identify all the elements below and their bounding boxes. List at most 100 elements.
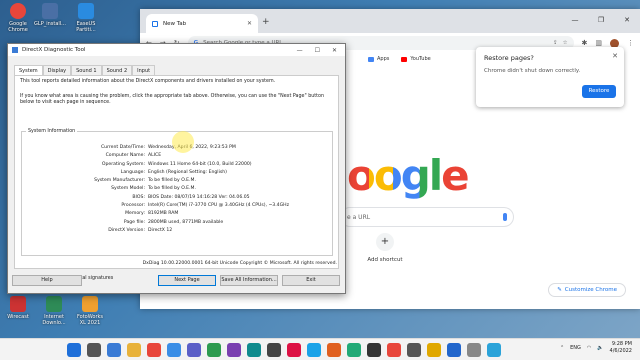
clock[interactable]: 9:28 PM 4/6/2022 <box>610 341 632 355</box>
search-placeholder: e a URL <box>347 213 371 221</box>
taskbar-app-icon[interactable] <box>167 343 181 357</box>
restore-button[interactable]: Restore <box>582 85 616 98</box>
info-label: Page file: <box>123 219 145 225</box>
dxdiag-window: DirectX Diagnostic Tool — ☐ ✕ System Dis… <box>7 43 346 294</box>
group-title: System Information <box>26 129 78 134</box>
bookmark-label: Apps <box>377 56 390 62</box>
easeus-icon <box>78 3 94 19</box>
taskbar-app-icon[interactable] <box>387 343 401 357</box>
desktop-icon-internet-download[interactable]: Internet Downlo... <box>38 296 70 326</box>
exit-button[interactable]: Exit <box>282 275 340 286</box>
info-label: System Model: <box>111 186 145 192</box>
window-controls: — ☐ ✕ <box>297 47 341 54</box>
close-tab-icon[interactable]: ✕ <box>247 20 252 27</box>
chevron-up-icon[interactable]: ⌃ <box>560 345 564 351</box>
taskbar-app-icon[interactable] <box>327 343 341 357</box>
sidebar-icon[interactable]: ▥ <box>595 39 602 47</box>
info-label: Current Date/Time: <box>100 145 145 150</box>
directx-icon <box>12 47 18 53</box>
taskbar-app-icon[interactable] <box>147 343 161 357</box>
taskbar-app-icon[interactable] <box>447 343 461 357</box>
info-value: English (Regional Setting: English) <box>148 169 227 175</box>
taskbar-app-icon[interactable] <box>67 343 81 357</box>
taskbar-app-icon[interactable] <box>487 343 501 357</box>
language-indicator[interactable]: ENG <box>570 345 581 351</box>
info-value: Windows 11 Home 64-bit (10.0, Build 2200… <box>148 161 252 167</box>
tab-title: New Tab <box>163 20 187 27</box>
clock-date: 4/6/2022 <box>609 348 632 354</box>
info-row-computer-name: Computer Name: ALICE <box>22 152 332 160</box>
bookmark-apps[interactable]: Apps <box>368 56 389 62</box>
taskbar-app-icon[interactable] <box>127 343 141 357</box>
info-value: 8192MB RAM <box>148 211 179 217</box>
bookmark-label: YouTube <box>410 56 431 62</box>
info-label: Memory: <box>125 211 145 217</box>
taskbar-app-icon[interactable] <box>267 343 281 357</box>
close-icon[interactable]: ✕ <box>614 9 640 33</box>
customize-chrome-button[interactable]: ✎ Customize Chrome <box>548 283 626 297</box>
close-icon[interactable]: ✕ <box>612 52 618 60</box>
taskbar-app-icon[interactable] <box>247 343 261 357</box>
desktop-icon-wirecast[interactable]: Wirecast <box>2 296 34 320</box>
taskbar-app-icon[interactable] <box>227 343 241 357</box>
add-shortcut-label: Add shortcut <box>367 257 403 263</box>
taskbar-app-icon[interactable] <box>87 343 101 357</box>
info-value: DirectX 12 <box>148 227 173 233</box>
close-icon[interactable]: ✕ <box>332 47 337 54</box>
info-label: Processor: <box>121 203 145 209</box>
search-input[interactable]: e a URL <box>340 207 514 227</box>
minimize-icon[interactable]: — <box>562 9 588 33</box>
info-row-directx-version: DirectX Version: DirectX 12 <box>22 227 332 235</box>
taskbar-pinned-apps <box>67 343 501 357</box>
minimize-icon[interactable]: — <box>297 47 303 54</box>
taskbar-app-icon[interactable] <box>367 343 381 357</box>
new-tab-button[interactable]: + <box>262 17 270 27</box>
info-value: ALICE <box>148 153 162 159</box>
info-row-memory: Memory: 8192MB RAM <box>22 210 332 218</box>
taskbar-app-icon[interactable] <box>467 343 481 357</box>
save-all-information-button[interactable]: Save All Information... <box>220 275 278 286</box>
dxdiag-titlebar: DirectX Diagnostic Tool — ☐ ✕ <box>8 44 345 56</box>
extensions-icon[interactable]: ✱ <box>582 39 588 47</box>
clock-time: 9:28 PM <box>611 341 632 347</box>
taskbar-app-icon[interactable] <box>407 343 421 357</box>
apps-icon <box>368 56 374 62</box>
intro-text: This tool reports detailed information a… <box>20 79 276 84</box>
desktop-icon-glp-install[interactable]: GLP_install... <box>34 3 66 27</box>
desktop-icon-chrome[interactable]: Google Chrome <box>2 3 34 33</box>
info-value: Intel(R) Core(TM) i7-3770 CPU @ 3.40GHz … <box>148 203 290 209</box>
bookmark-star-icon[interactable]: ☆ <box>563 40 568 46</box>
share-icon[interactable]: ⇪ <box>553 40 558 46</box>
microphone-icon[interactable] <box>503 213 507 221</box>
desktop-icon-label: FotoWorks XL 2021 <box>76 314 104 326</box>
add-shortcut-button[interactable]: + Add shortcut <box>360 233 410 263</box>
bookmark-youtube[interactable]: YouTube <box>401 56 431 62</box>
info-row-processor: Processor: Intel(R) Core(TM) i7-3770 CPU … <box>22 202 332 210</box>
info-label: Operating System: <box>101 161 145 167</box>
taskbar-app-icon[interactable] <box>287 343 301 357</box>
taskbar-app-icon[interactable] <box>107 343 121 357</box>
desktop-icon-label: Wirecast <box>7 314 29 320</box>
maximize-icon[interactable]: ☐ <box>315 47 320 54</box>
more-menu-icon[interactable]: ⋮ <box>627 39 634 47</box>
wifi-icon[interactable]: ◠ <box>587 345 591 351</box>
volume-icon[interactable]: 🔈 <box>597 345 603 351</box>
desktop-icon-fotoworks[interactable]: FotoWorks XL 2021 <box>74 296 106 326</box>
info-value: To be filled by O.E.M. <box>148 186 196 192</box>
taskbar-app-icon[interactable] <box>187 343 201 357</box>
taskbar-app-icon[interactable] <box>427 343 441 357</box>
taskbar-app-icon[interactable] <box>347 343 361 357</box>
customize-label: Customize Chrome <box>564 287 617 293</box>
plus-icon: + <box>376 233 394 251</box>
pencil-icon: ✎ <box>557 287 562 293</box>
chrome-tab-strip: New Tab ✕ + — ❐ ✕ <box>140 9 640 33</box>
maximize-icon[interactable]: ❐ <box>588 9 614 33</box>
next-page-button[interactable]: Next Page <box>158 275 216 286</box>
tab-new-tab[interactable]: New Tab ✕ <box>146 14 258 33</box>
taskbar-app-icon[interactable] <box>207 343 221 357</box>
help-button[interactable]: Help <box>12 275 82 286</box>
info-value: 2800MB used, 8771MB available <box>148 219 224 225</box>
installer-icon <box>42 3 58 19</box>
taskbar-app-icon[interactable] <box>307 343 321 357</box>
desktop-icon-easeus[interactable]: EaseUS Partiti... <box>70 3 102 33</box>
